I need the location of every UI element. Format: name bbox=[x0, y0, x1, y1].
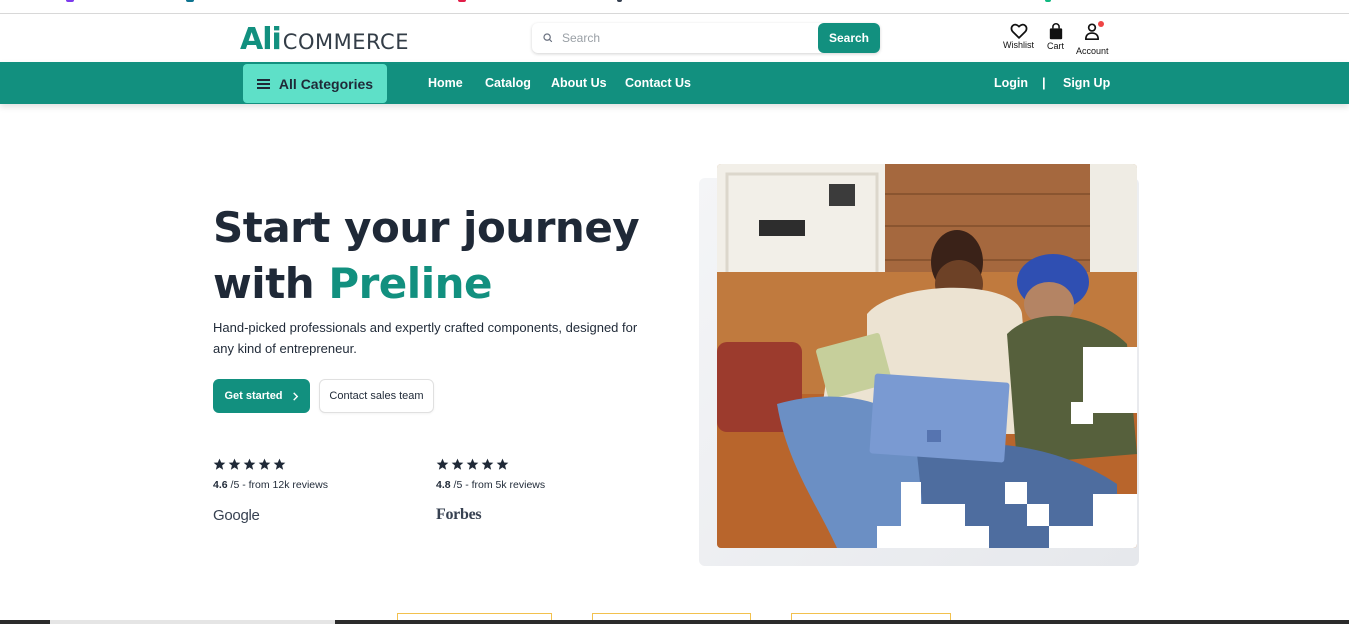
star-icon bbox=[451, 458, 464, 470]
review-text: 4.8 /5 - from 5k reviews bbox=[436, 479, 636, 491]
get-started-label: Get started bbox=[224, 390, 283, 402]
logo-secondary: COMMERCE bbox=[282, 30, 409, 54]
hero-image bbox=[717, 164, 1137, 548]
nav-home[interactable]: Home bbox=[428, 76, 463, 90]
nav-contact-us[interactable]: Contact Us bbox=[625, 76, 691, 90]
nav-separator: | bbox=[1042, 75, 1046, 90]
site-header: Ali COMMERCE Search Wishlist Cart A bbox=[0, 14, 1349, 62]
nav-about-us[interactable]: About Us bbox=[551, 76, 607, 90]
wishlist-label: Wishlist bbox=[1003, 40, 1034, 50]
all-categories-label: All Categories bbox=[278, 75, 374, 92]
star-icon bbox=[258, 458, 271, 470]
star-rating bbox=[436, 458, 636, 471]
menu-icon bbox=[256, 78, 270, 89]
wishlist-link[interactable]: Wishlist bbox=[1003, 23, 1034, 50]
account-label: Account bbox=[1076, 46, 1109, 56]
review-suffix: /5 - from 12k reviews bbox=[230, 479, 328, 491]
get-started-button[interactable]: Get started bbox=[213, 379, 310, 413]
search-icon bbox=[543, 33, 553, 43]
star-icon bbox=[496, 458, 509, 470]
star-rating bbox=[213, 458, 413, 471]
star-icon bbox=[481, 458, 494, 470]
taskbar-strip bbox=[0, 620, 1349, 624]
search-button[interactable]: Search bbox=[818, 23, 880, 53]
chevron-right-icon bbox=[292, 391, 298, 401]
cart-link[interactable]: Cart bbox=[1047, 23, 1064, 51]
review-score: 4.6 bbox=[213, 479, 228, 491]
star-icon bbox=[273, 458, 286, 470]
cart-label: Cart bbox=[1047, 41, 1065, 51]
hero-title-line1: Start your journey bbox=[213, 203, 640, 252]
hero-title-accent: Preline bbox=[328, 259, 492, 308]
logo-primary: Ali bbox=[240, 22, 282, 57]
hero-title-prefix: with bbox=[213, 259, 315, 308]
search-bar: Search bbox=[532, 23, 880, 53]
star-icon bbox=[228, 458, 241, 470]
star-icon bbox=[243, 458, 256, 470]
forbes-logo: Forbes bbox=[436, 506, 482, 523]
signup-link[interactable]: Sign Up bbox=[1063, 76, 1110, 90]
account-link[interactable]: Account bbox=[1076, 21, 1109, 56]
main-navbar: All Categories Home Catalog About Us Con… bbox=[0, 62, 1349, 104]
star-icon bbox=[436, 458, 449, 470]
hero-photo-illustration bbox=[717, 164, 1137, 548]
hero-subtitle: Hand-picked professionals and expertly c… bbox=[213, 320, 638, 356]
review-score: 4.8 bbox=[436, 479, 451, 491]
star-icon bbox=[466, 458, 479, 470]
heart-icon bbox=[1010, 23, 1027, 39]
hero-title: Start your journey with Preline bbox=[213, 200, 673, 312]
google-logo: Google bbox=[213, 507, 260, 524]
review-google: 4.6 /5 - from 12k reviews bbox=[213, 458, 413, 491]
nav-catalog[interactable]: Catalog bbox=[485, 76, 531, 90]
notification-badge bbox=[1098, 21, 1105, 27]
shopping-bag-icon bbox=[1049, 23, 1062, 40]
contact-sales-button[interactable]: Contact sales team bbox=[319, 379, 434, 413]
star-icon bbox=[213, 458, 226, 470]
review-forbes: 4.8 /5 - from 5k reviews bbox=[436, 458, 636, 491]
search-input[interactable] bbox=[562, 28, 812, 48]
review-suffix: /5 - from 5k reviews bbox=[453, 479, 546, 491]
login-link[interactable]: Login bbox=[994, 76, 1028, 90]
browser-top-strip bbox=[0, 0, 1349, 14]
all-categories-button[interactable]: All Categories bbox=[243, 64, 387, 103]
site-logo[interactable]: Ali COMMERCE bbox=[240, 22, 409, 57]
review-text: 4.6 /5 - from 12k reviews bbox=[213, 479, 413, 491]
